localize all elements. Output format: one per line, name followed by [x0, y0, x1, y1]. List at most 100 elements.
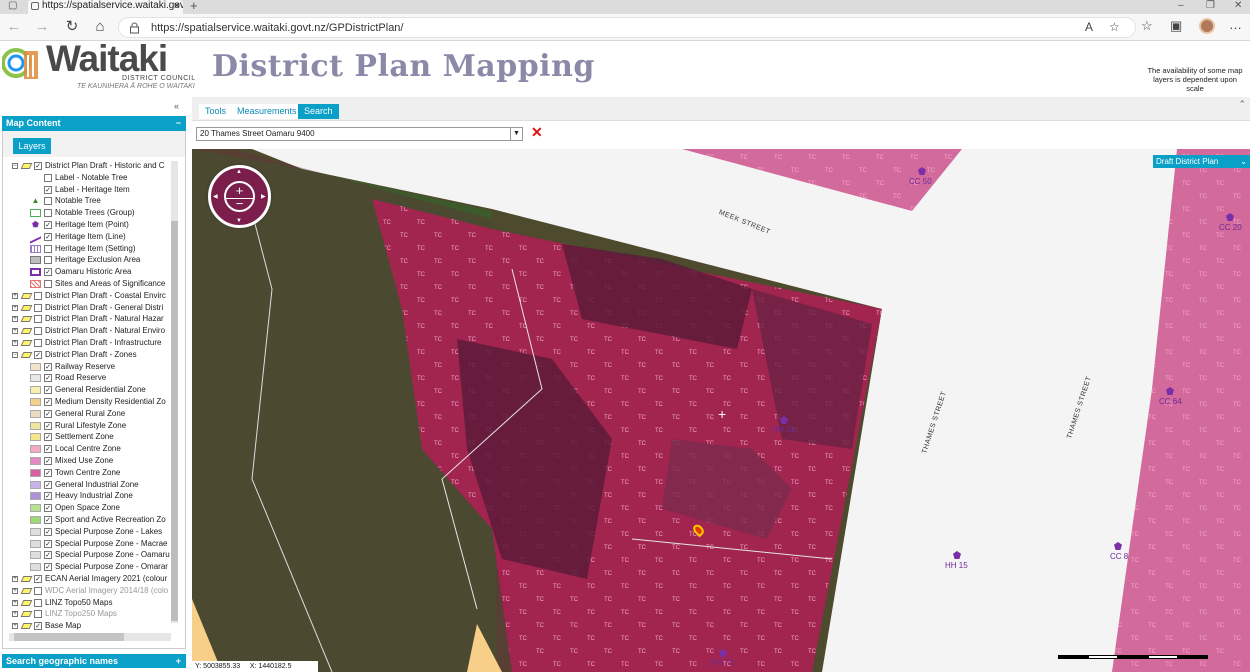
- collapse-toolbar-icon[interactable]: ⌃: [1238, 99, 1246, 110]
- tree-scroll-thumb[interactable]: [171, 221, 178, 621]
- layer-row[interactable]: ✓ Road Reserve: [3, 372, 169, 384]
- layer-checkbox[interactable]: ✓: [44, 232, 52, 241]
- layer-row[interactable]: ✓ Heavy Industrial Zone: [3, 490, 169, 502]
- layer-checkbox[interactable]: ✓: [34, 350, 42, 359]
- layer-checkbox[interactable]: [34, 586, 42, 595]
- refresh-icon[interactable]: ↻: [63, 18, 81, 36]
- pan-right-icon[interactable]: ▶: [261, 194, 266, 200]
- layer-checkbox[interactable]: [44, 197, 52, 206]
- layer-row[interactable]: Notable Trees (Group): [3, 207, 169, 219]
- map-content-header[interactable]: Map Content −: [2, 116, 186, 131]
- home-icon[interactable]: ⌂: [91, 18, 109, 36]
- search-geographic-names-header[interactable]: Search geographic names +: [2, 654, 186, 668]
- expand-group-icon[interactable]: +: [12, 340, 18, 346]
- layer-checkbox[interactable]: ✓: [44, 551, 52, 560]
- pan-zoom-control[interactable]: ▲ ▼ ◀ ▶ + −: [208, 165, 271, 228]
- layer-checkbox[interactable]: [34, 598, 42, 607]
- layer-row[interactable]: ✓ Mixed Use Zone: [3, 455, 169, 467]
- layer-row[interactable]: ✓ Oamaru Historic Area: [3, 266, 169, 278]
- expand-group-icon[interactable]: +: [12, 304, 18, 311]
- expand-group-icon[interactable]: +: [12, 599, 18, 606]
- layer-row[interactable]: + ✓ Base Map: [3, 620, 169, 632]
- layer-checkbox[interactable]: ✓: [44, 398, 52, 406]
- url-field[interactable]: https://spatialservice.waitaki.govt.nz/G…: [118, 17, 1136, 38]
- layer-row[interactable]: Heritage Item (Setting): [3, 243, 169, 255]
- restore-icon[interactable]: ❐: [1206, 0, 1215, 11]
- layer-checkbox[interactable]: [34, 315, 42, 324]
- collections-icon[interactable]: ▣: [1170, 18, 1182, 34]
- layer-checkbox[interactable]: [44, 280, 52, 288]
- new-tab-icon[interactable]: +: [190, 0, 198, 12]
- collapse-group-icon[interactable]: −: [12, 163, 18, 169]
- tree-hscroll-thumb[interactable]: [14, 633, 124, 641]
- layer-checkbox[interactable]: ✓: [34, 575, 42, 583]
- clear-search-icon[interactable]: ✕: [531, 125, 543, 139]
- layer-checkbox[interactable]: ✓: [44, 457, 52, 465]
- layer-row[interactable]: + District Plan Draft - Infrastructure: [3, 337, 169, 349]
- more-icon[interactable]: …: [1229, 17, 1242, 32]
- layer-row[interactable]: − ✓ District Plan Draft - Zones: [3, 349, 169, 361]
- favorite-icon[interactable]: ☆: [1109, 20, 1120, 34]
- layer-row[interactable]: + District Plan Draft - Coastal Envirc: [3, 290, 169, 302]
- layer-checkbox[interactable]: ✓: [44, 445, 52, 454]
- layer-row[interactable]: ✓ Settlement Zone: [3, 431, 169, 443]
- map-view[interactable]: TC TC MEEK STREET THAMES STREET THA: [192, 149, 1250, 672]
- layer-row[interactable]: ✓ Open Space Zone: [3, 502, 169, 514]
- pan-down-icon[interactable]: ▼: [236, 218, 242, 224]
- layer-row[interactable]: ✓ Special Purpose Zone - Macrae: [3, 538, 169, 550]
- collapse-group-icon[interactable]: −: [12, 351, 18, 358]
- address-search-select[interactable]: 20 Thames Street Oamaru 9400 ▼: [196, 127, 523, 141]
- layer-row[interactable]: ⬟ ✓ Heritage Item (Point): [3, 219, 169, 231]
- layer-checkbox[interactable]: [34, 303, 42, 312]
- layer-checkbox[interactable]: ✓: [44, 374, 52, 383]
- layer-checkbox[interactable]: [34, 610, 42, 619]
- layer-row[interactable]: + District Plan Draft - Natural Hazar: [3, 313, 169, 325]
- layer-row[interactable]: ✓ Medium Density Residential Zo: [3, 396, 169, 408]
- expand-group-icon[interactable]: +: [12, 611, 18, 618]
- layer-checkbox[interactable]: [44, 173, 52, 182]
- layer-checkbox[interactable]: ✓: [34, 622, 42, 631]
- layer-checkbox[interactable]: [34, 339, 42, 347]
- layer-checkbox[interactable]: ✓: [44, 539, 52, 548]
- layer-row[interactable]: Heritage Exclusion Area: [3, 254, 169, 266]
- layer-row[interactable]: + LINZ Topo250 Maps: [3, 608, 169, 620]
- layer-checkbox[interactable]: ✓: [44, 504, 52, 513]
- layer-row[interactable]: ✓ Special Purpose Zone - Lakes: [3, 526, 169, 538]
- layer-row[interactable]: + ✓ ECAN Aerial Imagery 2021 (colour: [3, 573, 169, 585]
- layer-checkbox[interactable]: ✓: [44, 516, 52, 524]
- layer-row[interactable]: ✓ General Industrial Zone: [3, 479, 169, 491]
- layer-row[interactable]: ✓ Railway Reserve: [3, 361, 169, 373]
- layer-row[interactable]: ✓ Special Purpose Zone - Oamaru: [3, 549, 170, 561]
- tree-vertical-scrollbar[interactable]: [171, 161, 178, 623]
- layer-checkbox[interactable]: ✓: [44, 185, 52, 194]
- tab-actions-icon[interactable]: ▢: [8, 0, 17, 11]
- layer-row[interactable]: + District Plan Draft - Natural Enviro: [3, 325, 169, 337]
- read-aloud-icon[interactable]: A: [1085, 20, 1093, 34]
- forward-icon[interactable]: →: [33, 18, 51, 36]
- minimize-panel-icon[interactable]: −: [176, 116, 181, 131]
- layer-checkbox[interactable]: ✓: [44, 492, 52, 501]
- draft-district-plan-select[interactable]: Draft District Plan ⌄: [1153, 155, 1250, 168]
- back-icon[interactable]: ←: [5, 18, 23, 36]
- tab-tools[interactable]: Tools: [199, 104, 233, 119]
- pan-up-icon[interactable]: ▲: [236, 169, 242, 175]
- layer-checkbox[interactable]: ✓: [44, 421, 52, 430]
- expand-group-icon[interactable]: +: [12, 587, 18, 594]
- layer-checkbox[interactable]: [34, 327, 42, 336]
- layer-checkbox[interactable]: ✓: [34, 162, 42, 170]
- layer-checkbox[interactable]: ✓: [44, 468, 52, 477]
- expand-group-icon[interactable]: +: [12, 328, 18, 335]
- favorites-icon[interactable]: ☆: [1141, 18, 1153, 34]
- layer-checkbox[interactable]: [44, 209, 52, 218]
- layer-checkbox[interactable]: [44, 256, 52, 265]
- layer-row[interactable]: ✓ Special Purpose Zone - Omarar: [3, 561, 169, 573]
- layer-row[interactable]: ✓ General Residential Zone: [3, 384, 169, 396]
- layer-checkbox[interactable]: ✓: [44, 480, 52, 489]
- zoom-out-button[interactable]: −: [226, 197, 253, 210]
- layer-row[interactable]: − ✓ District Plan Draft - Historic and C: [3, 160, 169, 172]
- layer-checkbox[interactable]: ✓: [44, 409, 52, 418]
- layer-row[interactable]: ✓ Sport and Active Recreation Zo: [3, 514, 169, 526]
- layer-row[interactable]: Label - Notable Tree: [3, 172, 169, 184]
- tab-measurements[interactable]: Measurements: [231, 104, 303, 119]
- minimize-icon[interactable]: –: [1178, 0, 1184, 11]
